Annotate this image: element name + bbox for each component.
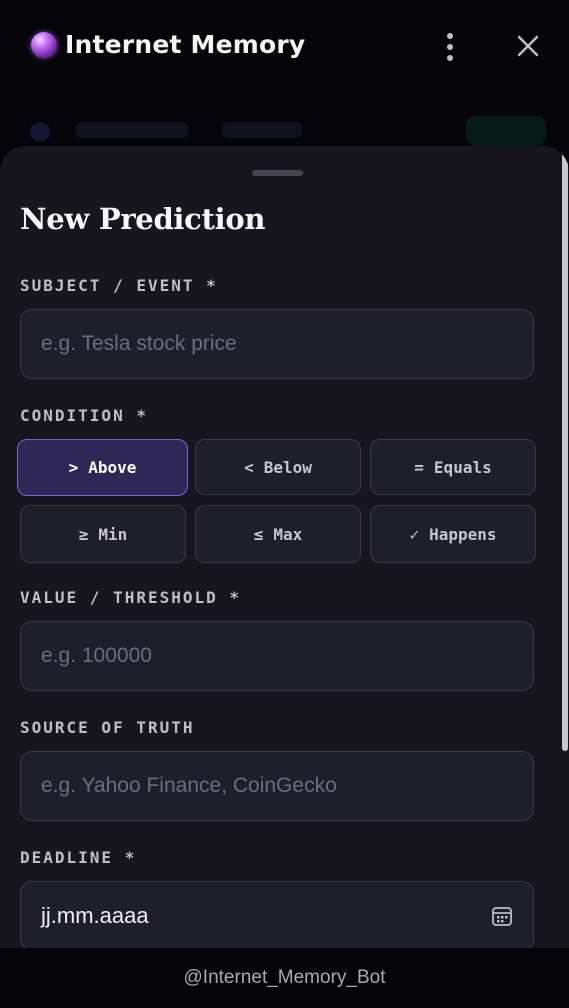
condition-option-min[interactable]: ≥ Min (20, 505, 186, 563)
app-header: Internet Memory (0, 0, 569, 92)
deadline-date-field[interactable]: jj.mm.aaaa (20, 881, 534, 948)
close-icon[interactable] (512, 30, 544, 62)
subject-input[interactable] (20, 309, 534, 379)
source-input[interactable] (20, 751, 534, 821)
condition-option-label: Above (88, 458, 137, 477)
background-text (76, 122, 188, 138)
subject-label: SUBJECT / EVENT * (20, 276, 218, 295)
more-options-icon[interactable] (436, 30, 464, 64)
condition-option-label: Happens (429, 524, 497, 544)
greater-than-icon: > (68, 458, 79, 477)
deadline-value: jj.mm.aaaa (41, 903, 149, 928)
condition-option-label: Max (273, 524, 303, 544)
condition-label: CONDITION * (20, 406, 148, 425)
condition-option-above[interactable]: > Above (17, 439, 188, 496)
condition-option-label: Equals (433, 457, 492, 477)
check-icon: ✓ (409, 524, 420, 544)
background-button (466, 116, 546, 146)
threshold-label: VALUE / THRESHOLD * (20, 588, 242, 607)
background-text (222, 122, 302, 138)
drag-handle[interactable] (252, 170, 303, 176)
app-title: Internet Memory (65, 30, 306, 59)
new-prediction-sheet: New Prediction SUBJECT / EVENT * CONDITI… (0, 146, 569, 948)
less-than-icon: < (244, 457, 254, 477)
footer: @Internet_Memory_Bot (0, 948, 569, 1008)
sheet-title: New Prediction (20, 202, 266, 236)
condition-option-below[interactable]: < Below (195, 439, 361, 495)
app-title-group: Internet Memory (31, 30, 305, 59)
source-label: SOURCE OF TRUTH (20, 718, 195, 737)
condition-option-label: Min (98, 524, 128, 544)
bot-handle[interactable]: @Internet_Memory_Bot (184, 967, 386, 989)
equals-icon: = (414, 457, 424, 477)
deadline-label: DEADLINE * (20, 848, 137, 867)
less-or-equal-icon: ≤ (253, 524, 264, 544)
condition-option-label: Below (263, 457, 312, 477)
calendar-icon[interactable] (491, 905, 513, 927)
condition-option-max[interactable]: ≤ Max (195, 505, 361, 563)
scrollbar-thumb[interactable] (562, 151, 568, 751)
background-avatar (30, 122, 50, 142)
greater-or-equal-icon: ≥ (78, 524, 89, 544)
crystal-ball-icon (31, 31, 57, 58)
condition-option-equals[interactable]: = Equals (370, 439, 536, 495)
threshold-input[interactable] (20, 621, 534, 691)
condition-option-happens[interactable]: ✓ Happens (370, 505, 536, 563)
